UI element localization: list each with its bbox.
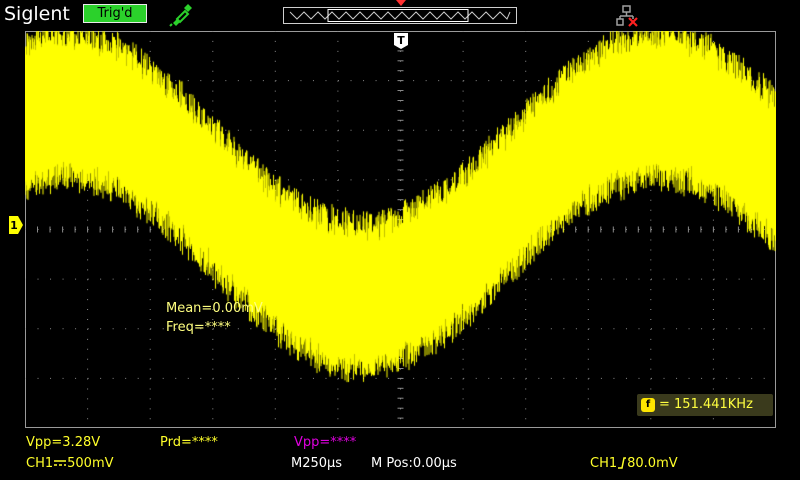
trigger-source-label: CH1 bbox=[590, 456, 618, 471]
ch1-volts-per-div: 500mV bbox=[67, 456, 114, 471]
timebase-value: 250µs bbox=[302, 456, 343, 471]
usb-disconnected-icon bbox=[616, 5, 638, 27]
period-measurement: Prd=**** bbox=[160, 435, 218, 450]
timebase-overview-bar bbox=[283, 7, 517, 24]
frequency-counter-icon: f bbox=[641, 398, 655, 412]
ch1-marker-label: 1 bbox=[10, 219, 18, 232]
frequency-counter-value: = 151.441KHz bbox=[659, 397, 753, 412]
vpp-measurement-ch2: Vpp=**** bbox=[294, 435, 357, 450]
memory-overview-wave bbox=[289, 9, 511, 22]
dc-coupling-icon bbox=[54, 460, 67, 466]
trigger-position-marker bbox=[396, 0, 406, 6]
rising-edge-icon bbox=[618, 457, 627, 469]
ch1-label: CH1 bbox=[26, 456, 54, 471]
mean-measurement: Mean=0.00mV bbox=[166, 301, 263, 316]
top-bar: Siglent Trig'd bbox=[0, 0, 800, 30]
vpp-measurement: Vpp=3.28V bbox=[26, 435, 101, 450]
horizontal-position-status[interactable]: M Pos:0.00µs bbox=[371, 456, 457, 472]
freq-measurement: Freq=**** bbox=[166, 320, 231, 335]
frequency-counter: f = 151.441KHz bbox=[637, 394, 773, 416]
brand-label: Siglent bbox=[4, 3, 70, 25]
ch1-waveform-trace bbox=[25, 31, 776, 428]
trigger-level-status[interactable]: CH1 80.0mV bbox=[590, 456, 678, 472]
ch1-ground-marker[interactable]: 1 bbox=[8, 215, 24, 235]
trigger-level-value: 80.0mV bbox=[627, 456, 678, 471]
trigger-marker-label: T bbox=[397, 34, 405, 47]
timebase-status[interactable]: M250µs bbox=[291, 456, 342, 472]
timebase-prefix: M bbox=[291, 456, 303, 471]
oscilloscope-screen: Siglent Trig'd T 1 Mean=0.00mV Freq=****… bbox=[0, 0, 800, 480]
trigger-time-marker[interactable]: T bbox=[393, 32, 409, 50]
probe-icon bbox=[169, 4, 192, 27]
ch1-scale-status[interactable]: CH1 500mV bbox=[26, 456, 114, 472]
trigger-status-badge: Trig'd bbox=[83, 4, 147, 23]
